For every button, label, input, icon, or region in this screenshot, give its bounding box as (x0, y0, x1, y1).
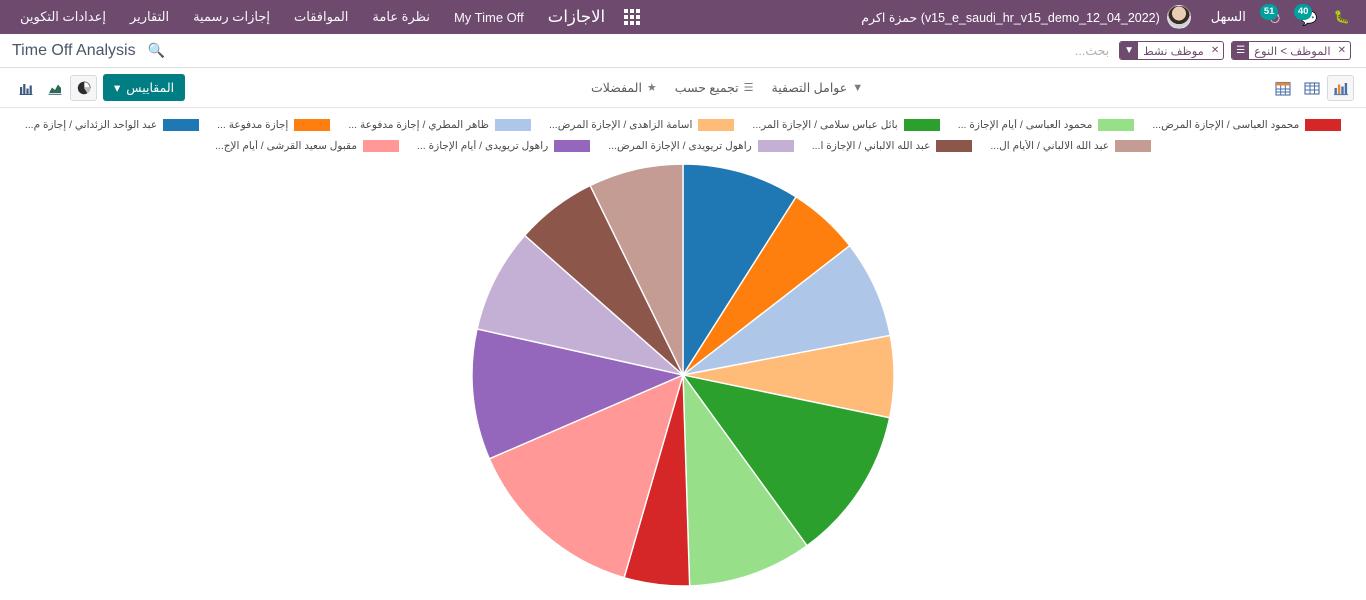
activities-count: 51 (1259, 4, 1279, 20)
search-icon[interactable]: 🔍 (148, 42, 167, 59)
favorites-menu[interactable]: ★ المفضلات (591, 80, 657, 95)
measures-button-label: المقاييس (126, 81, 175, 95)
facet-remove-icon[interactable]: ✕ (1209, 42, 1223, 59)
legend-swatch (362, 139, 399, 152)
bug-icon[interactable]: 🐛 (1326, 9, 1358, 25)
legend-label: عبد الواحد الزئداني / إجازة م... (24, 118, 158, 131)
filters-menu-label: عوامل التصفية (771, 81, 848, 95)
search-area: ✕ الموظف > النوع ☰ ✕ موظف نشط ▼ بحث... 🔍 (148, 41, 1354, 60)
nav-my-time-off[interactable]: My Time Off (442, 3, 536, 32)
groupby-icon: ☰ (743, 82, 754, 94)
nav-approvals[interactable]: الموافقات (282, 2, 360, 32)
apps-grid-icon[interactable] (621, 6, 643, 28)
chart-legend: محمود العباسى / الإجازة المرض... محمود ا… (0, 108, 1366, 158)
legend-swatch (494, 118, 531, 131)
legend-item-10[interactable]: عبد الله الالباني / الإجازة ا... (803, 139, 982, 152)
groupby-icon: ☰ (1232, 42, 1250, 59)
view-pivot[interactable] (1298, 75, 1325, 101)
app-brand[interactable]: الاجازات (536, 7, 615, 27)
legend-swatch (698, 118, 735, 131)
control-panel-search: ✕ الموظف > النوع ☰ ✕ موظف نشط ▼ بحث... 🔍… (0, 34, 1366, 68)
legend-swatch (554, 139, 591, 152)
facet-label: موظف نشط (1138, 42, 1209, 59)
filter-icon: ▼ (1120, 42, 1139, 59)
legend-swatch (163, 118, 200, 131)
pie-chart-svg[interactable] (470, 162, 896, 588)
legend-label: راهول تريويدى / الإجازة المرض... (608, 139, 752, 152)
nav-public-holidays[interactable]: إجازات رسمية (181, 2, 282, 32)
legend-item-1[interactable]: محمود العباسى / الإجازة المرض... (1143, 118, 1350, 131)
legend-item-13[interactable]: مقبول سعيد القرشى / أيام الإج... (206, 139, 408, 152)
messages-count: 40 (1293, 4, 1313, 20)
graph-tools: المقاييس ▾ (12, 74, 186, 101)
legend-item-5[interactable]: ظاهر المطَّري / إجازة مدفوعة ... (339, 118, 540, 131)
chart-type-switcher (12, 74, 98, 101)
legend-swatch (1098, 118, 1135, 131)
user-menu[interactable]: حمزة اكرم (v15_e_saudi_hr_v15_demo_12_04… (853, 5, 1199, 29)
search-input[interactable]: بحث... (1069, 43, 1115, 58)
quick-link-alsahl[interactable]: السهل (1199, 2, 1258, 32)
legend-swatch (903, 118, 940, 131)
facet-remove-icon[interactable]: ✕ (1336, 42, 1350, 59)
legend-label: ظاهر المطَّري / إجازة مدفوعة ... (348, 118, 489, 131)
page-title: Time Off Analysis (12, 41, 136, 59)
filter-icon: ▼ (852, 81, 864, 94)
legend-item-7[interactable]: عبد الواحد الزئداني / إجازة م... (16, 118, 208, 131)
chart-type-pie[interactable] (70, 74, 98, 101)
graph-renderer (0, 158, 1366, 588)
legend-row-1: محمود العباسى / الإجازة المرض... محمود ا… (10, 114, 1356, 135)
pie-chart (470, 162, 896, 588)
view-graph[interactable] (1327, 74, 1354, 101)
legend-item-12[interactable]: راهول تريويدى / أيام الإجازة ... (408, 139, 599, 152)
legend-item-2[interactable]: محمود العباسى / أيام الإجازة ... (949, 118, 1144, 131)
navbar-left-group: حمزة اكرم (v15_e_saudi_hr_v15_demo_12_04… (853, 2, 1358, 32)
legend-item-6[interactable]: إجازة مدفوعة ... (208, 118, 339, 131)
legend-label: مقبول سعيد القرشى / أيام الإج... (215, 139, 357, 152)
legend-label: إجازة مدفوعة ... (217, 118, 289, 131)
filters-menu[interactable]: ▼ عوامل التصفية (772, 80, 864, 95)
control-panel-toolbar: ▼ عوامل التصفية ☰ تجميع حسب ★ المفضلات ا… (0, 68, 1366, 108)
legend-label: راهول تريويدى / أيام الإجازة ... (416, 139, 549, 152)
facet-employee-type[interactable]: ✕ الموظف > النوع ☰ (1231, 41, 1351, 60)
legend-item-9[interactable]: عبد الله الالباني / الأيام ال... (981, 139, 1160, 152)
measures-button[interactable]: المقاييس ▾ (103, 74, 186, 101)
chart-type-bar[interactable] (12, 75, 39, 101)
chevron-down-icon: ▾ (114, 81, 121, 95)
legend-label: عبد الله الالباني / الأيام ال... (990, 139, 1110, 152)
groupby-menu[interactable]: ☰ تجميع حسب (675, 80, 754, 95)
legend-label: عبد الله الالباني / الإجازة ا... (811, 139, 931, 152)
chart-type-line[interactable] (41, 75, 68, 101)
legend-label: بائل عباس سلامى / الإجازة المر... (752, 118, 898, 131)
groupby-menu-label: تجميع حسب (674, 81, 739, 95)
search-facets-and-input[interactable]: ✕ الموظف > النوع ☰ ✕ موظف نشط ▼ بحث... (1069, 41, 1354, 60)
legend-item-3[interactable]: بائل عباس سلامى / الإجازة المر... (743, 118, 948, 131)
view-switcher (1269, 74, 1354, 101)
facet-label: الموظف > النوع (1249, 42, 1336, 59)
legend-row-2: عبد الله الالباني / الأيام ال... عبد الل… (10, 135, 1356, 156)
nav-overview[interactable]: نظرة عامة (360, 2, 442, 32)
facet-active-employee[interactable]: ✕ موظف نشط ▼ (1119, 41, 1225, 60)
legend-swatch (936, 139, 973, 152)
legend-item-11[interactable]: راهول تريويدى / الإجازة المرض... (599, 139, 802, 152)
legend-label: اسامة الزاهدى / الإجازة المرض... (548, 118, 693, 131)
legend-label: محمود العباسى / أيام الإجازة ... (957, 118, 1093, 131)
favorites-menu-label: المفضلات (591, 81, 642, 95)
messages-menu[interactable]: 40 💬 (1293, 4, 1324, 29)
avatar (1166, 5, 1191, 29)
legend-swatch (1305, 118, 1342, 131)
view-calendar[interactable] (1269, 75, 1296, 101)
legend-swatch (294, 118, 331, 131)
legend-label: محمود العباسى / الإجازة المرض... (1152, 118, 1300, 131)
navbar-right-group: الاجازات My Time Off نظرة عامة الموافقات… (8, 2, 643, 32)
user-name-label: حمزة اكرم (v15_e_saudi_hr_v15_demo_12_04… (861, 10, 1160, 25)
legend-swatch (1115, 139, 1152, 152)
legend-item-4[interactable]: اسامة الزاهدى / الإجازة المرض... (540, 118, 743, 131)
top-navbar: حمزة اكرم (v15_e_saudi_hr_v15_demo_12_04… (0, 0, 1366, 34)
activities-menu[interactable]: 51 ⏱ (1259, 4, 1290, 29)
nav-configuration[interactable]: إعدادات التكوين (8, 2, 118, 32)
nav-reports[interactable]: التقارير (118, 2, 181, 32)
filter-menus: ▼ عوامل التصفية ☰ تجميع حسب ★ المفضلات (591, 80, 863, 95)
star-icon: ★ (646, 82, 657, 94)
legend-swatch (757, 139, 794, 152)
